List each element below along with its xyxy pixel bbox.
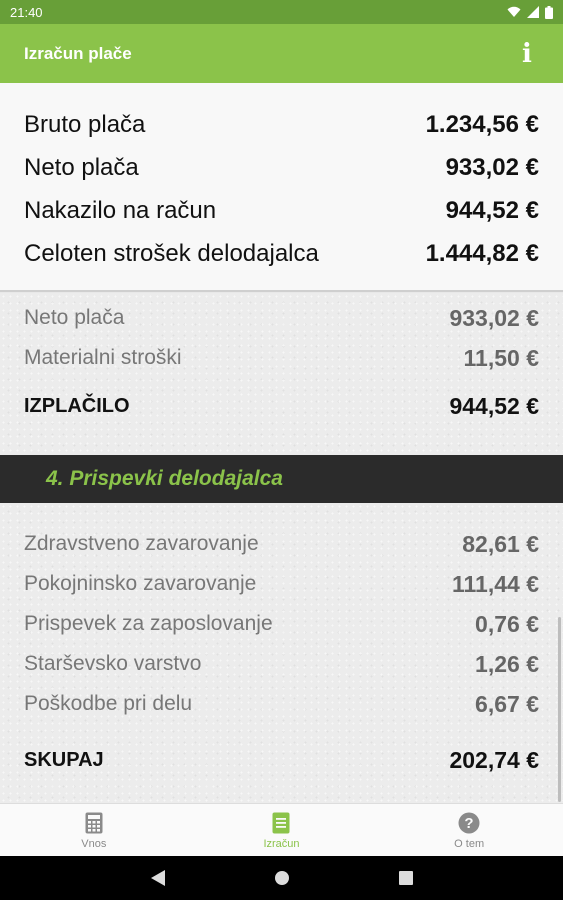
total-value: 944,52 € — [449, 392, 539, 419]
summary-label: Nakazilo na račun — [24, 196, 217, 224]
row-label: Zdravstveno zavarovanje — [24, 532, 259, 555]
row-value: 82,61 € — [462, 530, 539, 557]
app-title: Izračun plače — [24, 43, 132, 63]
summary-row-gross: Bruto plača 1.234,56 € — [0, 103, 563, 146]
scrollbar[interactable] — [558, 617, 561, 802]
summary-value: 933,02 € — [445, 153, 539, 181]
payout-row-net: Neto plača 933,02 € — [0, 298, 563, 338]
payout-total-row: IZPLAČILO 944,52 € — [0, 378, 563, 434]
battery-icon — [545, 5, 553, 19]
row-label: Neto plača — [24, 306, 125, 329]
total-label: SKUPAJ — [24, 748, 104, 771]
employer-block: Zdravstveno zavarovanje 82,61 € Pokojnin… — [0, 524, 563, 788]
summary-label: Celoten strošek delodajalca — [24, 239, 319, 267]
calculator-icon — [85, 811, 103, 835]
summary-row-transfer: Nakazilo na račun 944,52 € — [0, 189, 563, 232]
payout-block: Neto plača 933,02 € Materialni stroški 1… — [0, 298, 563, 434]
help-icon: ? — [458, 811, 480, 835]
summary-row-employer-cost: Celoten strošek delodajalca 1.444,82 € — [0, 232, 563, 275]
row-label: Materialni stroški — [24, 346, 182, 369]
summary-value: 1.444,82 € — [425, 239, 539, 267]
summary-panel: Bruto plača 1.234,56 € Neto plača 933,02… — [0, 83, 563, 292]
section-header-employer: 4. Prispevki delodajalca — [0, 455, 563, 503]
nav-item-o-tem[interactable]: ? O tem — [399, 811, 539, 850]
svg-text:?: ? — [465, 815, 474, 832]
nav-item-izracun[interactable]: Izračun — [211, 811, 351, 850]
status-time: 21:40 — [10, 4, 43, 20]
wifi-icon — [507, 6, 521, 17]
summary-value: 1.234,56 € — [425, 110, 539, 138]
home-icon[interactable] — [270, 866, 294, 890]
summary-row-net: Neto plača 933,02 € — [0, 146, 563, 189]
nav-label: Vnos — [81, 837, 107, 850]
status-bar: 21:40 — [0, 0, 563, 24]
row-value: 0,76 € — [475, 610, 539, 637]
employer-row-parental: Starševsko varstvo 1,26 € — [0, 644, 563, 684]
total-label: IZPLAČILO — [24, 394, 130, 417]
summary-label: Neto plača — [24, 153, 139, 181]
employer-total-row: SKUPAJ 202,74 € — [0, 732, 563, 788]
section-title: 4. Prispevki delodajalca — [46, 467, 283, 490]
row-label: Pokojninsko zavarovanje — [24, 572, 257, 595]
row-value: 933,02 € — [449, 304, 539, 331]
row-value: 11,50 € — [463, 344, 539, 371]
total-value: 202,74 € — [449, 746, 539, 773]
summary-value: 944,52 € — [445, 196, 539, 224]
row-label: Prispevek za zaposlovanje — [24, 612, 273, 635]
system-navigation-bar — [0, 856, 563, 900]
info-icon[interactable]: i — [515, 39, 539, 69]
employer-row-injury: Poškodbe pri delu 6,67 € — [0, 684, 563, 724]
nav-label: O tem — [454, 837, 485, 850]
details-scroll-area[interactable]: Neto plača 933,02 € Materialni stroški 1… — [0, 293, 563, 803]
cell-signal-icon — [527, 6, 539, 18]
row-value: 111,44 € — [452, 570, 539, 597]
nav-label: Izračun — [263, 837, 300, 850]
employer-row-pension: Pokojninsko zavarovanje 111,44 € — [0, 564, 563, 604]
row-value: 6,67 € — [475, 690, 539, 717]
employer-row-employment: Prispevek za zaposlovanje 0,76 € — [0, 604, 563, 644]
row-label: Starševsko varstvo — [24, 652, 202, 675]
recents-icon[interactable] — [394, 866, 418, 890]
payout-row-material: Materialni stroški 11,50 € — [0, 338, 563, 378]
nav-item-vnos[interactable]: Vnos — [24, 811, 164, 850]
employer-row-health: Zdravstveno zavarovanje 82,61 € — [0, 524, 563, 564]
status-icons — [507, 5, 553, 19]
document-icon — [272, 811, 290, 835]
bottom-navigation: Vnos Izračun ? O tem — [0, 803, 563, 856]
app-bar: Izračun plače i — [0, 24, 563, 83]
back-icon[interactable] — [146, 866, 170, 890]
row-label: Poškodbe pri delu — [24, 692, 193, 715]
summary-label: Bruto plača — [24, 110, 146, 138]
row-value: 1,26 € — [475, 650, 539, 677]
